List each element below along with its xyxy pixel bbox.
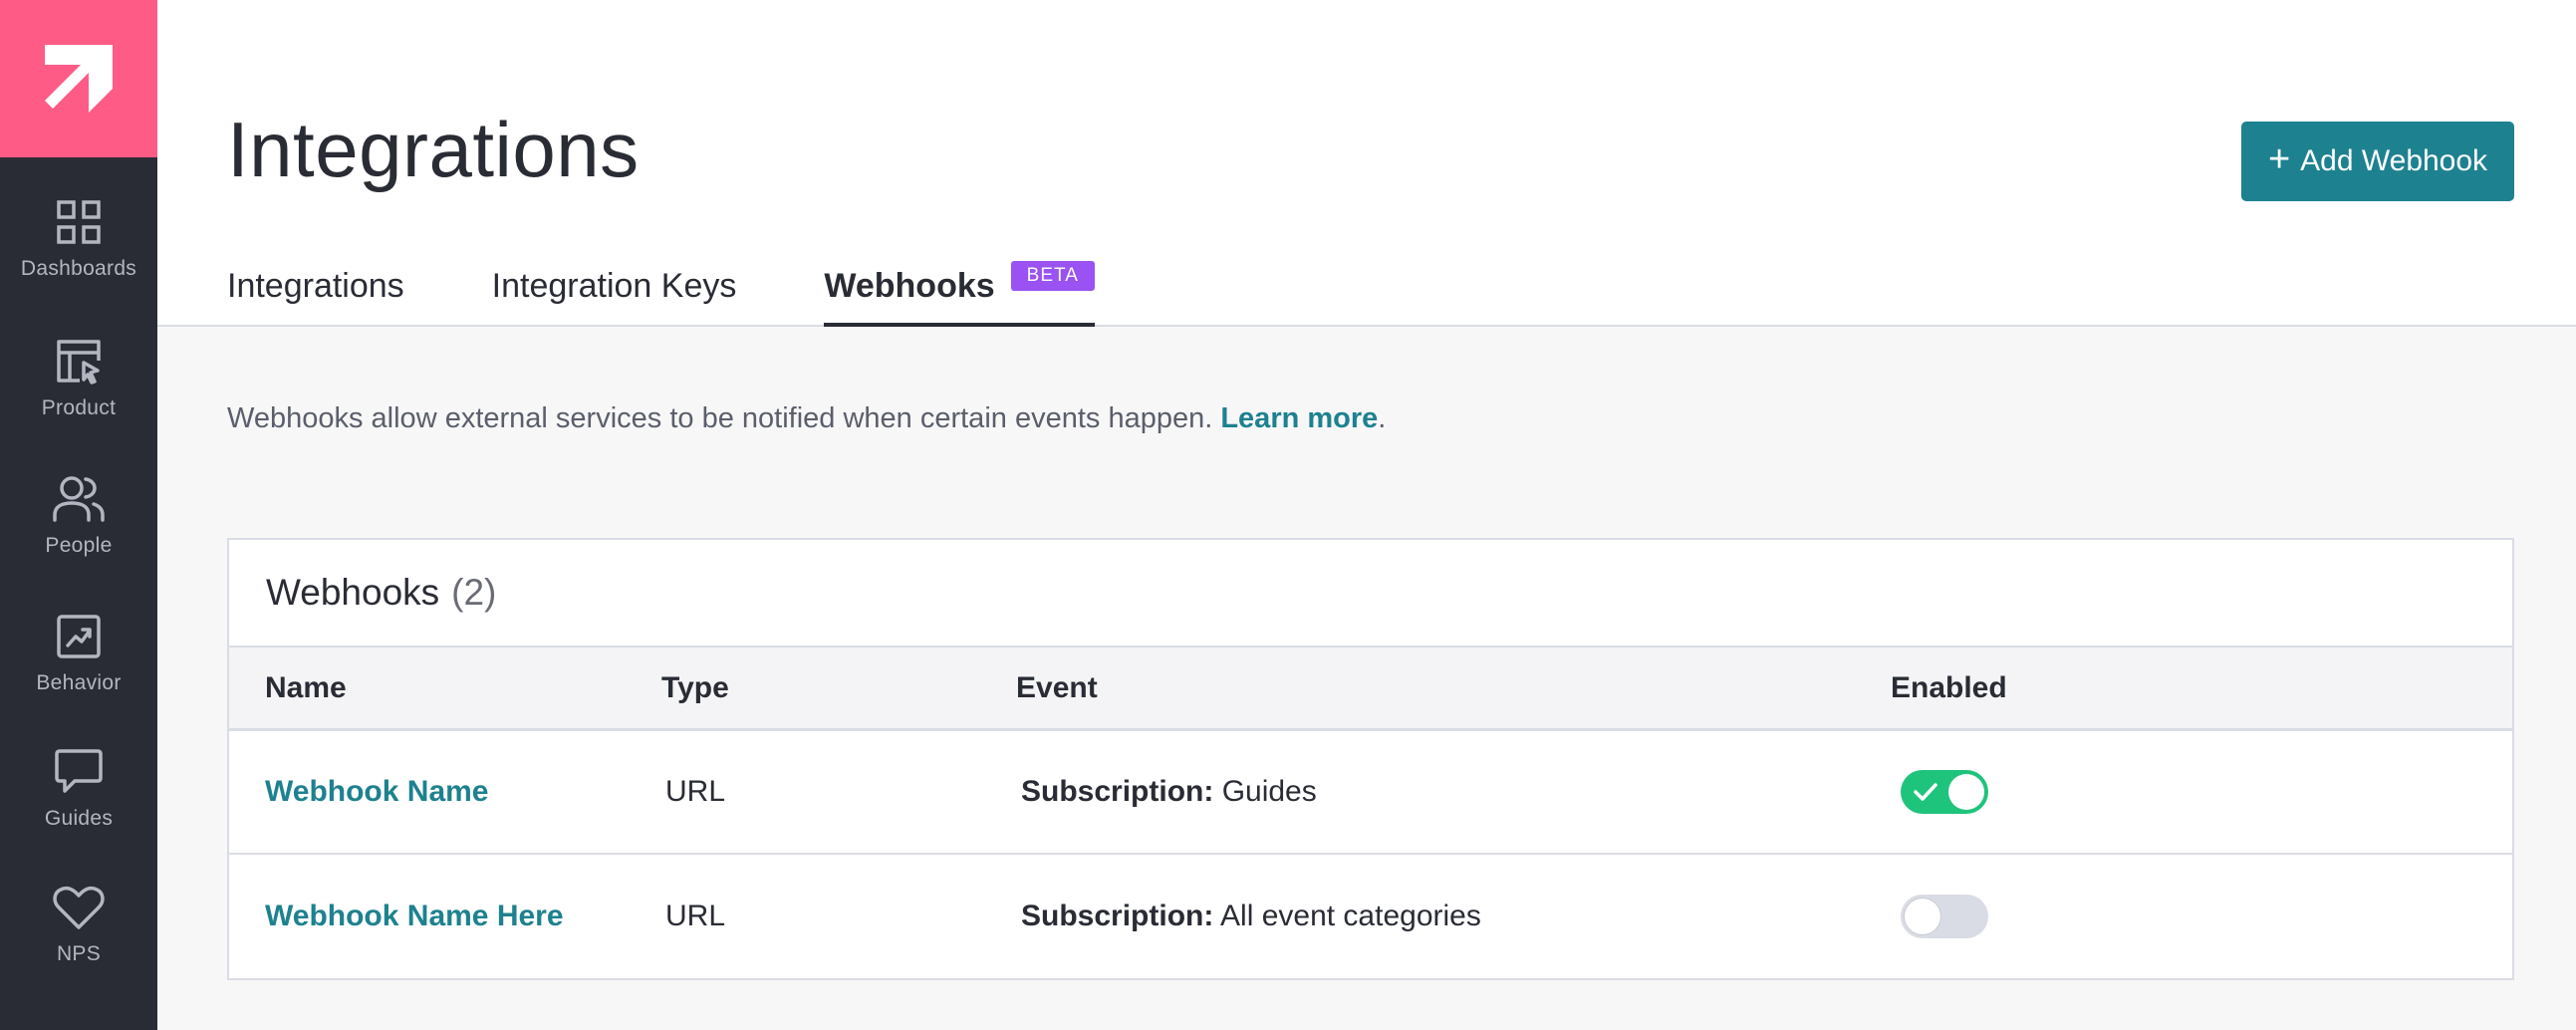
webhook-name-link[interactable]: Webhook Name Here bbox=[265, 900, 564, 933]
webhook-type: URL bbox=[665, 775, 726, 808]
sidebar-item-dashboards[interactable]: Dashboards bbox=[0, 195, 157, 315]
event-value: Guides bbox=[1221, 775, 1317, 808]
sidebar-item-label: People bbox=[45, 534, 113, 557]
sidebar-item-people[interactable]: People bbox=[0, 472, 157, 592]
enabled-toggle[interactable] bbox=[1901, 895, 1988, 938]
sidebar-item-behavior[interactable]: Behavior bbox=[0, 610, 157, 729]
beta-badge: BETA bbox=[1010, 261, 1095, 291]
heart-icon bbox=[52, 881, 106, 934]
behavior-chart-icon bbox=[52, 610, 106, 663]
tab-integration-keys[interactable]: Integration Keys bbox=[492, 257, 737, 327]
webhook-count: (2) bbox=[451, 572, 497, 613]
tab-label: Integration Keys bbox=[491, 267, 737, 305]
column-header-name[interactable]: Name bbox=[265, 671, 347, 705]
learn-more-link[interactable]: Learn more bbox=[1220, 402, 1378, 434]
app-logo[interactable] bbox=[0, 0, 157, 157]
logo-icon bbox=[45, 45, 113, 113]
chat-bubble-icon bbox=[52, 745, 106, 799]
people-icon bbox=[52, 472, 106, 526]
tab-label: Webhooks bbox=[824, 267, 995, 305]
column-header-event[interactable]: Event bbox=[1016, 671, 1098, 705]
tab-webhooks[interactable]: Webhooks BETA bbox=[824, 257, 1095, 327]
sidebar-item-label: NPS bbox=[56, 942, 102, 965]
webhooks-panel: Webhooks (2) Name Type Event Enabled Web… bbox=[227, 538, 2514, 980]
check-icon bbox=[1914, 783, 1937, 801]
panel-header: Webhooks (2) bbox=[229, 540, 2512, 647]
webhooks-description: Webhooks allow external services to be n… bbox=[227, 402, 1386, 435]
webhook-type: URL bbox=[665, 900, 726, 932]
panel-title: Webhooks bbox=[266, 572, 440, 613]
page-title: Integrations bbox=[227, 106, 640, 193]
sidebar-item-label: Guides bbox=[44, 807, 114, 830]
add-webhook-button[interactable]: + Add Webhook bbox=[2241, 122, 2514, 201]
table-row: Webhook Name URL Subscription: Guides bbox=[229, 731, 2512, 855]
column-header-enabled[interactable]: Enabled bbox=[1891, 671, 2007, 705]
event-value: All event categories bbox=[1220, 900, 1481, 932]
sidebar-item-label: Behavior bbox=[36, 671, 122, 694]
description-text: Webhooks allow external services to be n… bbox=[227, 402, 1213, 434]
enabled-toggle[interactable] bbox=[1901, 770, 1988, 814]
toggle-knob bbox=[1905, 899, 1940, 934]
table-row: Webhook Name Here URL Subscription: All … bbox=[229, 855, 2512, 978]
event-label: Subscription: bbox=[1021, 775, 1214, 808]
sidebar-item-label: Product bbox=[41, 396, 117, 419]
tab-bar: Integrations Integration Keys Webhooks BE… bbox=[227, 257, 1182, 327]
webhook-name-link[interactable]: Webhook Name bbox=[265, 775, 489, 809]
sidebar: Dashboards Product People Behavior Guide… bbox=[0, 0, 157, 1030]
description-suffix: . bbox=[1378, 402, 1387, 434]
webhook-event: Subscription: Guides bbox=[1021, 775, 1317, 809]
add-webhook-label: Add Webhook bbox=[2300, 144, 2488, 177]
event-label: Subscription: bbox=[1021, 900, 1214, 932]
sidebar-item-product[interactable]: Product bbox=[0, 335, 157, 454]
plus-icon: + bbox=[2267, 138, 2291, 180]
tab-integrations[interactable]: Integrations bbox=[227, 257, 404, 327]
sidebar-item-label: Dashboards bbox=[20, 257, 137, 280]
column-header-type[interactable]: Type bbox=[661, 671, 729, 705]
sidebar-item-guides[interactable]: Guides bbox=[0, 745, 157, 865]
sidebar-item-nps[interactable]: NPS bbox=[0, 881, 157, 1000]
table-header: Name Type Event Enabled bbox=[229, 647, 2512, 731]
toggle-knob bbox=[1948, 774, 1984, 810]
page-header: Integrations + Add Webhook Integrations … bbox=[157, 0, 2576, 327]
product-layout-icon bbox=[52, 335, 106, 388]
webhook-event: Subscription: All event categories bbox=[1021, 900, 1481, 933]
tab-label: Integrations bbox=[227, 267, 404, 305]
dashboard-grid-icon bbox=[52, 195, 106, 249]
